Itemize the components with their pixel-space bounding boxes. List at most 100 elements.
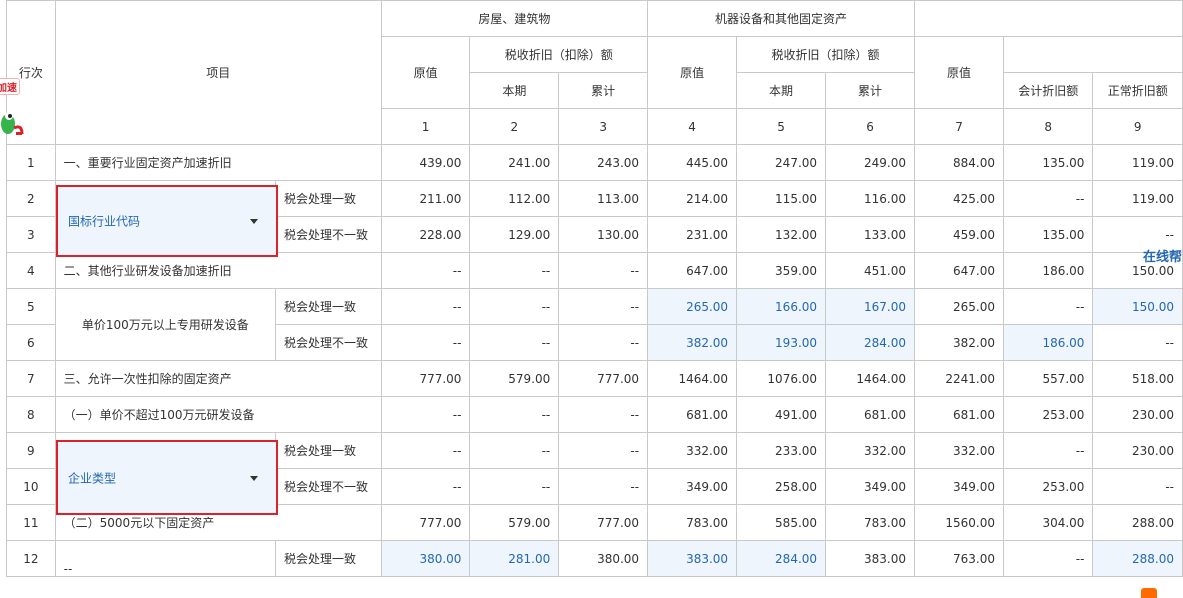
cell: -- — [469, 324, 560, 361]
cell: -- — [380, 288, 471, 325]
cell: 304.00 — [1003, 504, 1094, 541]
cell: -- — [380, 396, 471, 433]
cell: 777.00 — [558, 504, 649, 541]
header-original-value-1: 原值 — [380, 36, 471, 109]
cell: 451.00 — [825, 252, 916, 289]
cell: -- — [1003, 180, 1094, 217]
cell: 777.00 — [380, 504, 471, 541]
header-cumulative-2: 累计 — [825, 72, 916, 109]
industry-code-dropdown-label: 国标行业代码 — [68, 214, 141, 229]
cell: 265.00 — [914, 288, 1005, 325]
cell: 186.00 — [1003, 252, 1094, 289]
cell: 763.00 — [914, 540, 1005, 577]
header-group-blank — [914, 0, 1183, 37]
cell: 439.00 — [380, 144, 471, 181]
header-current-period-1: 本期 — [469, 72, 560, 109]
cell: -- — [469, 288, 560, 325]
editable-cell[interactable]: 383.00 — [647, 540, 738, 577]
cell: 258.00 — [736, 468, 827, 505]
cell: -- — [558, 396, 649, 433]
header-cumulative-1: 累计 — [558, 72, 649, 109]
chat-widget-icon[interactable] — [1141, 588, 1157, 598]
header-group-machinery: 机器设备和其他固定资产 — [647, 0, 916, 37]
cell: 230.00 — [1092, 432, 1183, 469]
cell: 783.00 — [825, 504, 916, 541]
row-number: 3 — [6, 216, 56, 253]
row-label: （一）单价不超过100万元研发设备 — [54, 396, 382, 433]
cell: 359.00 — [736, 252, 827, 289]
cell: 288.00 — [1092, 504, 1183, 541]
editable-cell[interactable]: 186.00 — [1003, 324, 1094, 361]
table-row: 4 二、其他行业研发设备加速折旧 -- -- -- 647.00 359.00 … — [6, 252, 1183, 289]
cell: -- — [469, 252, 560, 289]
cell: 380.00 — [558, 540, 649, 577]
cell: 116.00 — [825, 180, 916, 217]
row-number: 2 — [6, 180, 56, 217]
cell: 231.00 — [647, 216, 738, 253]
row-sublabel: 税会处理一致 — [275, 432, 382, 469]
mascot-icon: 加速 — [0, 76, 30, 146]
table-row: 8 （一）单价不超过100万元研发设备 -- -- -- 681.00 491.… — [6, 396, 1183, 433]
cell: -- — [1092, 324, 1183, 361]
row-label: 二、其他行业研发设备加速折旧 — [54, 252, 382, 289]
cell: 332.00 — [647, 432, 738, 469]
cell: 249.00 — [825, 144, 916, 181]
cell: -- — [558, 252, 649, 289]
cell: 233.00 — [736, 432, 827, 469]
editable-cell[interactable]: 382.00 — [647, 324, 738, 361]
cell: -- — [380, 252, 471, 289]
editable-cell[interactable]: 380.00 — [380, 540, 471, 577]
cell: 349.00 — [647, 468, 738, 505]
cell: 777.00 — [558, 360, 649, 397]
cell: 777.00 — [380, 360, 471, 397]
cell: 783.00 — [647, 504, 738, 541]
cell: 382.00 — [914, 324, 1005, 361]
editable-cell[interactable]: 193.00 — [736, 324, 827, 361]
cell: 647.00 — [914, 252, 1005, 289]
cell: 228.00 — [380, 216, 471, 253]
cell: 135.00 — [1003, 144, 1094, 181]
table-row: 12 -- 税会处理一致 380.00 281.00 380.00 383.00… — [6, 540, 1183, 577]
row-number: 12 — [6, 540, 56, 577]
editable-cell[interactable]: 265.00 — [647, 288, 738, 325]
cell: 113.00 — [558, 180, 649, 217]
enterprise-type-dropdown[interactable]: 企业类型 — [56, 440, 278, 515]
enterprise-type-dropdown-label: 企业类型 — [68, 471, 117, 485]
cell: -- — [558, 432, 649, 469]
row-number: 11 — [6, 504, 56, 541]
row-sublabel: 税会处理不一致 — [275, 324, 382, 361]
group-label-rd-equipment: 单价100万元以上专用研发设备 — [54, 288, 277, 361]
row-label: 一、重要行业固定资产加速折旧 — [54, 144, 382, 181]
cell: -- — [380, 324, 471, 361]
cell: 332.00 — [914, 432, 1005, 469]
cell: 585.00 — [736, 504, 827, 541]
cell: 214.00 — [647, 180, 738, 217]
editable-cell[interactable]: 150.00 — [1092, 288, 1183, 325]
editable-cell[interactable]: 167.00 — [825, 288, 916, 325]
col-number: 3 — [558, 108, 649, 145]
group-label-row12: -- — [54, 540, 277, 577]
cell: 253.00 — [1003, 468, 1094, 505]
cell: 1464.00 — [825, 360, 916, 397]
caret-down-icon — [250, 475, 258, 481]
cell: 132.00 — [736, 216, 827, 253]
cell: 119.00 — [1092, 180, 1183, 217]
cell: 135.00 — [1003, 216, 1094, 253]
cell: 884.00 — [914, 144, 1005, 181]
row-sublabel: 税会处理一致 — [275, 540, 382, 577]
mascot-badge: 加速 — [0, 78, 20, 95]
editable-cell[interactable]: 284.00 — [736, 540, 827, 577]
industry-code-dropdown[interactable]: 国标行业代码 — [56, 185, 278, 257]
cell: 1464.00 — [647, 360, 738, 397]
editable-cell[interactable]: 166.00 — [736, 288, 827, 325]
header-original-value-3: 原值 — [914, 36, 1005, 109]
cell: 1560.00 — [914, 504, 1005, 541]
editable-cell[interactable]: 281.00 — [469, 540, 560, 577]
editable-cell[interactable]: 284.00 — [825, 324, 916, 361]
caret-down-icon — [250, 219, 258, 224]
editable-cell[interactable]: 288.00 — [1092, 540, 1183, 577]
header-tax-depreciation-2: 税收折旧（扣除）额 — [736, 36, 916, 73]
header-original-value-2: 原值 — [647, 36, 738, 109]
cell: -- — [380, 468, 471, 505]
online-help-link[interactable]: 在线帮 — [1143, 246, 1182, 265]
